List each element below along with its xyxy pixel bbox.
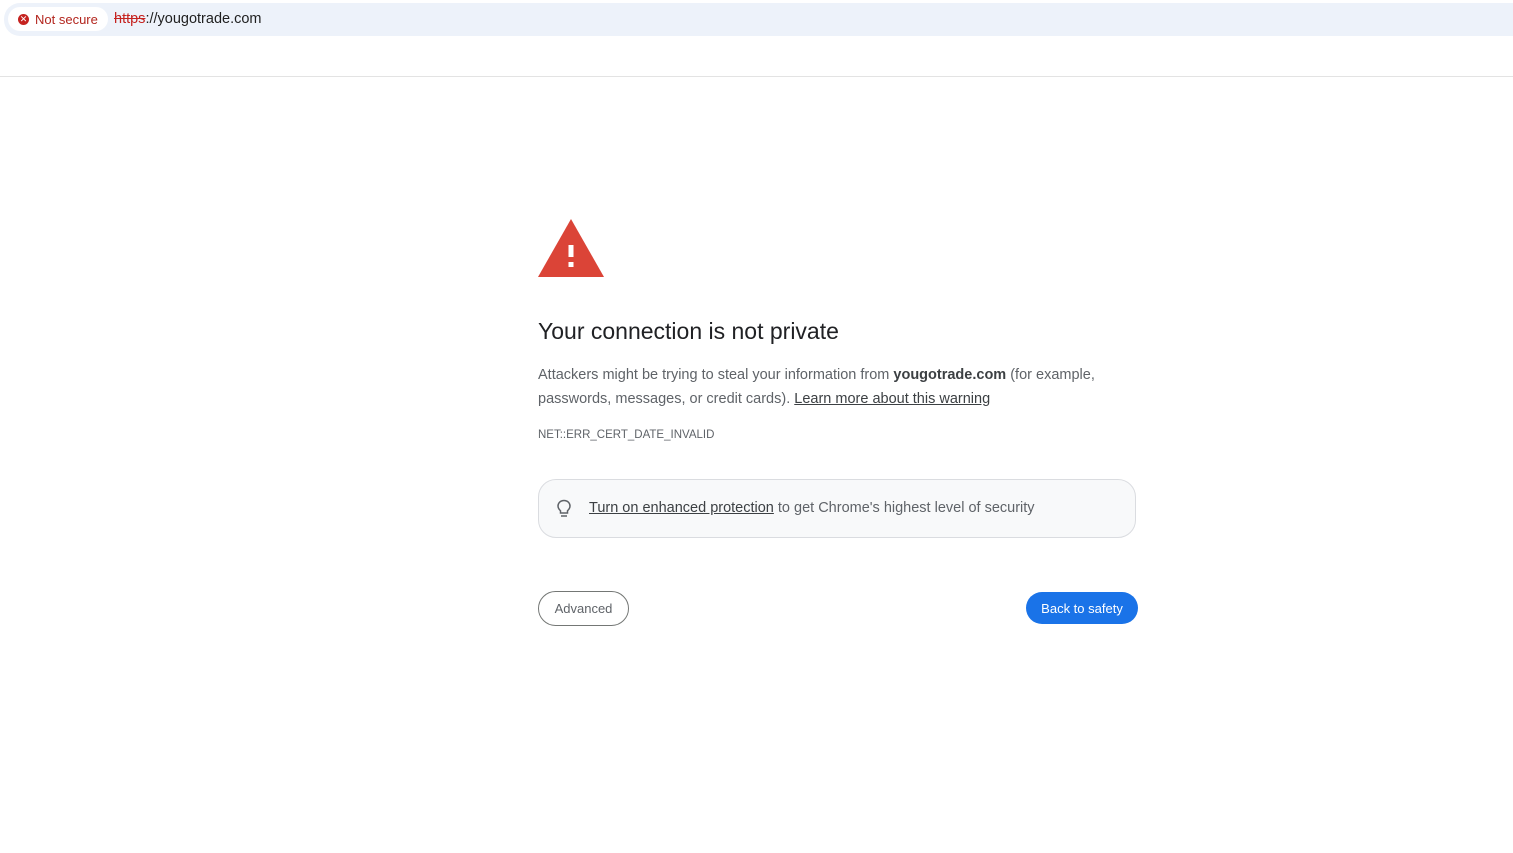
address-bar[interactable]: ✕ Not secure https://yougotrade.com (4, 3, 1513, 36)
main-message: Attackers might be trying to steal your … (538, 363, 1138, 411)
not-secure-icon: ✕ (18, 13, 29, 25)
error-code: NET::ERR_CERT_DATE_INVALID (538, 429, 715, 441)
url-text[interactable]: https://yougotrade.com (114, 11, 262, 27)
learn-more-link[interactable]: Learn more about this warning (794, 391, 990, 407)
lightbulb-icon (557, 499, 571, 517)
url-scheme: https (114, 11, 146, 27)
enhanced-protection-link[interactable]: Turn on enhanced protection (589, 500, 774, 516)
url-host: ://yougotrade.com (145, 11, 262, 27)
promo-text: Turn on enhanced protection to get Chrom… (589, 500, 1035, 516)
message-domain: yougotrade.com (893, 367, 1007, 383)
browser-toolbar: ✕ Not secure https://yougotrade.com (0, 0, 1513, 77)
message-prefix: Attackers might be trying to steal your … (538, 367, 894, 383)
page-title: Your connection is not private (538, 318, 839, 344)
promo-suffix: to get Chrome's highest level of securit… (773, 500, 1035, 516)
warning-triangle-icon (538, 219, 604, 277)
enhanced-protection-promo: Turn on enhanced protection to get Chrom… (538, 479, 1136, 538)
security-chip-label: Not secure (35, 11, 98, 27)
security-chip[interactable]: ✕ Not secure (8, 7, 108, 31)
advanced-button[interactable]: Advanced (538, 591, 629, 626)
back-to-safety-button[interactable]: Back to safety (1026, 592, 1138, 624)
